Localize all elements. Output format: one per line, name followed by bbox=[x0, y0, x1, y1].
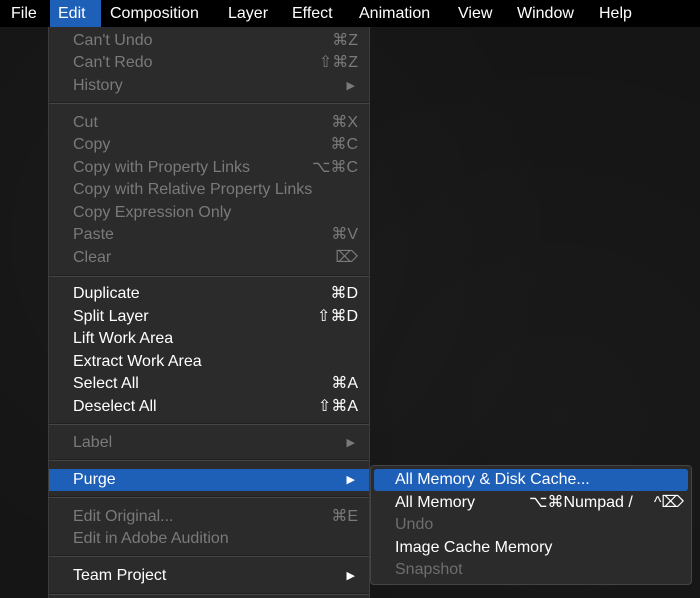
menu-item-history[interactable]: History ▶ bbox=[49, 75, 369, 97]
menu-item-label: Copy with Relative Property Links bbox=[73, 181, 313, 198]
menu-item-duplicate[interactable]: Duplicate ⌘D bbox=[49, 283, 369, 305]
menubar-file[interactable]: File bbox=[3, 0, 45, 27]
menu-item-shortcut: ⌦ bbox=[335, 249, 358, 266]
submenu-item-image-cache-memory[interactable]: Image Cache Memory bbox=[374, 537, 688, 559]
menu-item-cant-undo[interactable]: Can't Undo ⌘Z bbox=[49, 30, 369, 52]
menu-item-label-submenu[interactable]: Label ▶ bbox=[49, 432, 369, 454]
menu-item-shortcut-alt: ^⌦ bbox=[653, 494, 684, 511]
menu-separator bbox=[49, 102, 369, 104]
menu-item-shortcut: ⇧⌘A bbox=[317, 398, 358, 415]
menu-item-shortcut: ⌥⌘Numpad / bbox=[529, 494, 633, 511]
menubar-view[interactable]: View bbox=[450, 0, 500, 27]
submenu-arrow-icon: ▶ bbox=[346, 474, 355, 486]
menu-separator bbox=[49, 593, 369, 595]
menu-item-shortcut: ⌘V bbox=[331, 226, 358, 243]
menu-item-split-layer[interactable]: Split Layer ⇧⌘D bbox=[49, 306, 369, 328]
submenu-arrow-icon: ▶ bbox=[346, 570, 355, 582]
menu-item-label: Can't Redo bbox=[73, 54, 153, 71]
menu-item-label: All Memory & Disk Cache... bbox=[395, 471, 590, 488]
menu-bar: File Edit Composition Layer Effect Anima… bbox=[0, 0, 700, 27]
menubar-help[interactable]: Help bbox=[591, 0, 640, 27]
menu-item-label: Copy Expression Only bbox=[73, 204, 232, 221]
menu-item-label: Extract Work Area bbox=[73, 353, 202, 370]
menu-item-copy[interactable]: Copy ⌘C bbox=[49, 134, 369, 156]
submenu-item-all-memory-disk-cache[interactable]: All Memory & Disk Cache... bbox=[374, 469, 688, 491]
menu-separator bbox=[49, 423, 369, 425]
menu-item-copy-with-property-links[interactable]: Copy with Property Links ⌥⌘C bbox=[49, 157, 369, 179]
menu-item-label: Image Cache Memory bbox=[395, 539, 553, 556]
menu-item-shortcut: ⌘E bbox=[331, 508, 358, 525]
menu-item-label: Select All bbox=[73, 375, 139, 392]
menu-item-label: History bbox=[73, 77, 123, 94]
menu-item-shortcut: ⇧⌘Z bbox=[318, 54, 358, 71]
menu-item-label: Copy bbox=[73, 136, 111, 153]
menubar-edit[interactable]: Edit bbox=[50, 0, 101, 27]
menubar-animation[interactable]: Animation bbox=[351, 0, 438, 27]
menu-item-label: Copy with Property Links bbox=[73, 159, 250, 176]
menubar-effect[interactable]: Effect bbox=[284, 0, 341, 27]
menu-item-label: Paste bbox=[73, 226, 114, 243]
purge-submenu: All Memory & Disk Cache... All Memory ⌥⌘… bbox=[370, 465, 692, 585]
menu-item-label: Snapshot bbox=[395, 561, 463, 578]
menu-separator bbox=[49, 496, 369, 498]
menu-item-clear[interactable]: Clear ⌦ bbox=[49, 247, 369, 269]
menu-separator bbox=[49, 555, 369, 557]
menu-item-cant-redo[interactable]: Can't Redo ⇧⌘Z bbox=[49, 52, 369, 74]
menu-separator bbox=[49, 459, 369, 461]
menu-item-label: Cut bbox=[73, 114, 98, 131]
menu-item-label: Deselect All bbox=[73, 398, 157, 415]
menu-item-edit-original[interactable]: Edit Original... ⌘E bbox=[49, 506, 369, 528]
menu-item-label: All Memory bbox=[395, 494, 476, 511]
menu-item-label: Duplicate bbox=[73, 285, 140, 302]
menu-item-shortcut: ⌘X bbox=[331, 114, 358, 131]
menu-item-label: Label bbox=[73, 434, 113, 451]
submenu-item-snapshot[interactable]: Snapshot bbox=[374, 559, 688, 581]
menu-item-label: Team Project bbox=[73, 567, 167, 584]
menu-item-copy-expression-only[interactable]: Copy Expression Only bbox=[49, 202, 369, 224]
menu-item-lift-work-area[interactable]: Lift Work Area bbox=[49, 328, 369, 350]
menu-item-shortcut: ⌘C bbox=[330, 136, 358, 153]
menu-item-cut[interactable]: Cut ⌘X bbox=[49, 112, 369, 134]
menu-item-shortcut: ⌘A bbox=[331, 375, 358, 392]
menu-item-shortcut: ⇧⌘D bbox=[317, 308, 358, 325]
menu-item-paste[interactable]: Paste ⌘V bbox=[49, 224, 369, 246]
menu-item-label: Clear bbox=[73, 249, 112, 266]
edit-menu: Can't Undo ⌘Z Can't Redo ⇧⌘Z History ▶ C… bbox=[48, 27, 370, 598]
menu-item-copy-with-relative-property-links[interactable]: Copy with Relative Property Links bbox=[49, 179, 369, 201]
menu-item-shortcut: ⌥⌘C bbox=[312, 159, 358, 176]
menu-item-edit-in-adobe-audition[interactable]: Edit in Adobe Audition bbox=[49, 528, 369, 550]
submenu-arrow-icon: ▶ bbox=[346, 80, 355, 92]
submenu-item-undo[interactable]: Undo bbox=[374, 514, 688, 536]
menu-item-label: Can't Undo bbox=[73, 32, 153, 49]
menu-item-shortcut: ⌘D bbox=[330, 285, 358, 302]
menubar-composition[interactable]: Composition bbox=[102, 0, 207, 27]
menu-item-team-project[interactable]: Team Project ▶ bbox=[49, 565, 369, 587]
submenu-item-all-memory[interactable]: All Memory ⌥⌘Numpad / ^⌦ bbox=[374, 492, 688, 514]
menu-separator bbox=[49, 275, 369, 277]
menu-item-label: Edit in Adobe Audition bbox=[73, 530, 229, 547]
menu-item-label: Edit Original... bbox=[73, 508, 174, 525]
menubar-window[interactable]: Window bbox=[509, 0, 582, 27]
menu-item-label: Lift Work Area bbox=[73, 330, 174, 347]
menu-item-label: Undo bbox=[395, 516, 434, 533]
menu-item-purge[interactable]: Purge ▶ bbox=[49, 469, 369, 491]
menu-item-deselect-all[interactable]: Deselect All ⇧⌘A bbox=[49, 396, 369, 418]
menu-item-extract-work-area[interactable]: Extract Work Area bbox=[49, 351, 369, 373]
menu-item-label: Split Layer bbox=[73, 308, 149, 325]
menu-item-label: Purge bbox=[73, 471, 116, 488]
menu-item-select-all[interactable]: Select All ⌘A bbox=[49, 373, 369, 395]
menu-item-shortcut: ⌘Z bbox=[332, 32, 358, 49]
submenu-arrow-icon: ▶ bbox=[346, 437, 355, 449]
menubar-layer[interactable]: Layer bbox=[220, 0, 276, 27]
